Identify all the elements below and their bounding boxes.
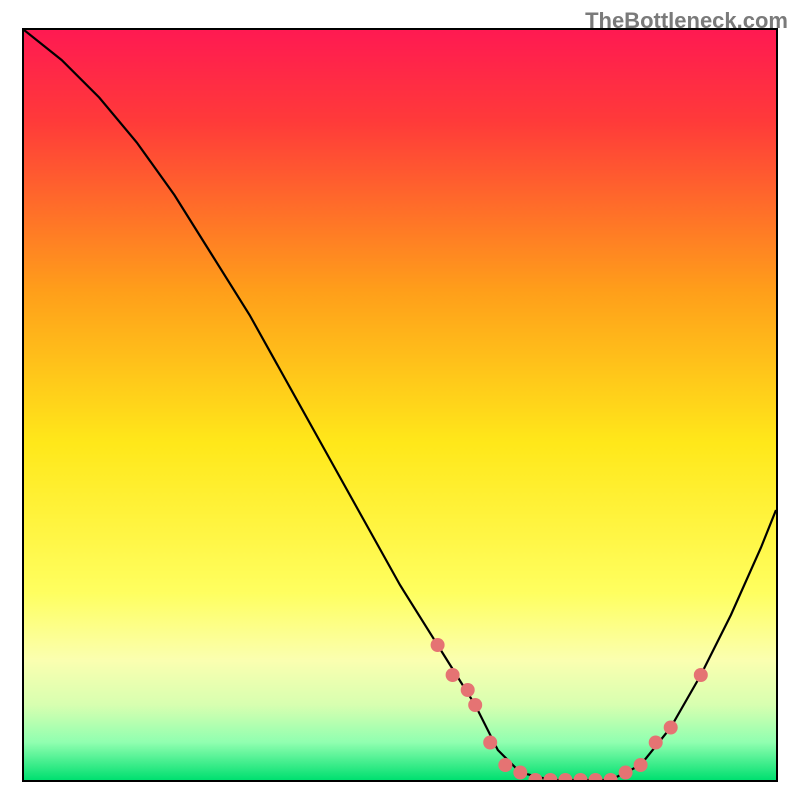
curve-marker [619,766,633,780]
curve-marker [604,773,618,780]
marker-group [431,638,708,780]
curve-marker [513,766,527,780]
curve-marker [483,736,497,750]
curve-marker [649,736,663,750]
bottleneck-curve-path [24,30,776,780]
curve-marker [498,758,512,772]
curve-marker [461,683,475,697]
curve-marker [446,668,460,682]
curve-marker [543,773,557,780]
curve-marker [589,773,603,780]
chart-container: TheBottleneck.com [0,0,800,800]
watermark-text: TheBottleneck.com [585,8,788,34]
curve-marker [468,698,482,712]
curve-marker [634,758,648,772]
curve-marker [694,668,708,682]
curve-marker [574,773,588,780]
curve-marker [664,721,678,735]
chart-svg-layer [24,30,776,780]
curve-marker [558,773,572,780]
curve-marker [431,638,445,652]
